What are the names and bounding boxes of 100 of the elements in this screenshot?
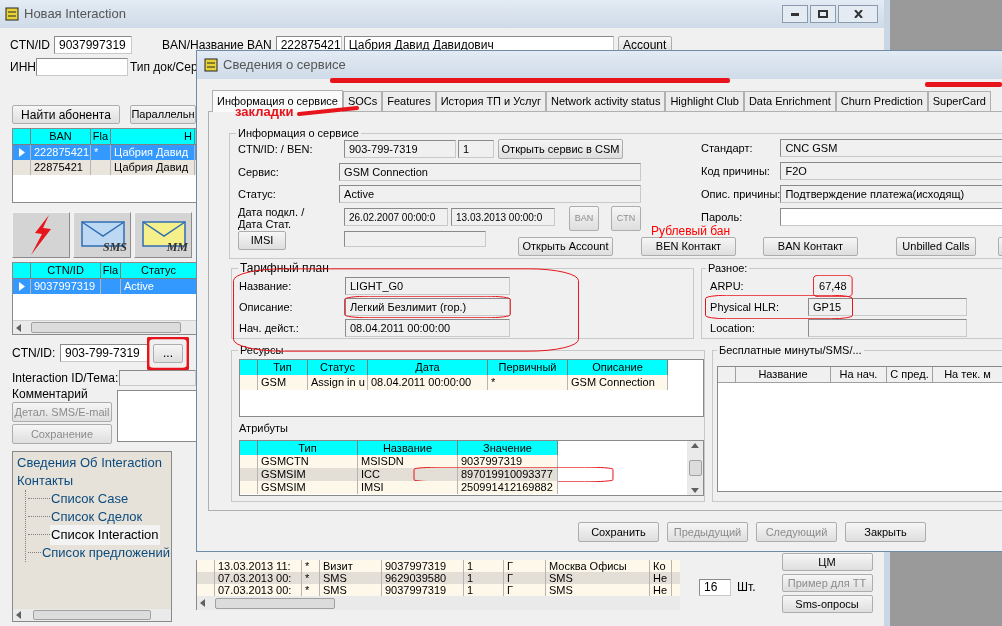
text-field[interactable] [36,58,128,76]
tree-item[interactable]: Список Case [50,489,130,509]
button[interactable]: Sms-опросы [781,595,873,613]
tab[interactable]: SuperCard [927,91,991,111]
scroll-down-icon [691,488,699,493]
text-field[interactable]: 08.04.2011 00:00:00 [345,319,510,337]
minimize-icon [791,12,799,16]
parallel-button[interactable]: Параллельн [130,105,196,124]
tab[interactable]: Highlight Club [665,91,744,111]
table-row[interactable]: 13.03.2013 11: * Визит 9037997319 1 Г Москва Офисы Ко [197,560,680,572]
tree-item[interactable]: Сведения Об Interaction [16,453,163,473]
window-title: Новая Interaction [24,5,126,24]
open-csm-button[interactable]: Открыть сервис в CSM [498,139,623,159]
scroll-up-icon [691,443,699,448]
tab[interactable]: Data Enrichment [743,91,836,111]
column-header[interactable]: Значение [458,441,558,455]
text-field[interactable]: 903-799-7319 [344,140,456,158]
text-field[interactable]: Active [339,185,641,203]
horizontal-scrollbar[interactable] [13,320,196,334]
column-header[interactable]: На нач. [831,367,887,383]
find-button[interactable]: Найти абонента [12,105,120,124]
app-icon [4,6,20,22]
table-row[interactable]: 22875421 Цабрия Давид [13,160,196,175]
text-field[interactable]: GP15 [808,298,968,316]
column-header[interactable]: Название [358,441,458,455]
button[interactable]: BAN Контакт [763,237,858,256]
text-field[interactable]: 903-799-7319 [60,344,148,362]
button[interactable]: ЦМ [781,553,873,571]
text-field[interactable]: GSM Connection [339,163,641,181]
minimize-button[interactable] [782,5,808,23]
tree-item[interactable]: Контакты [16,471,75,491]
tab[interactable]: Network activity status [545,91,666,111]
field-label: Тип док/Сер [130,59,198,76]
table-row[interactable]: 07.03.2013 00: * SMS 9629039580 1 Г SMS Не [197,572,680,584]
table-row[interactable]: GSM Assign in u 08.04.2011 00:00:00 * GSM Connection [240,375,668,390]
text-field[interactable] [808,319,968,337]
field-label: Сервис: [238,164,280,180]
field-label: Описание: [239,299,294,315]
text-field[interactable] [118,370,196,386]
button[interactable]: Сохранить [578,522,659,542]
column-header[interactable]: Тип [258,441,358,455]
table-row[interactable]: GSMCTN MSISDN 9037997319 [240,455,558,468]
table-cell: Цабрия Давид [111,160,195,175]
header-corner [718,367,736,383]
column-header[interactable]: Описание [568,360,668,375]
field-label: Location: [710,320,755,336]
text-field[interactable]: Легкий Безлимит (гор.) [345,298,510,316]
text-field[interactable]: Подтверждение платежа(исходящ) [780,185,1002,203]
toolbar-button[interactable] [12,212,70,258]
comment-field[interactable] [117,390,196,442]
button[interactable]: Unbilled Calls [896,237,976,256]
group-title: Информация о сервисе [237,127,360,139]
text-field[interactable]: F2O [780,162,1002,180]
field-label: Interaction ID/Тема: [12,370,119,387]
text-field[interactable]: 1 [458,140,494,158]
field-label: Опис. причины: [701,188,781,200]
horizontal-scrollbar[interactable] [197,596,680,610]
column-header[interactable]: Fla [101,263,121,278]
tree-item[interactable]: Список Сделок [50,507,144,527]
column-header[interactable]: Название [736,367,831,383]
column-header[interactable]: На тек. м [933,367,1002,383]
close-button[interactable] [838,5,878,23]
tab[interactable]: История ТП и Услуг [435,91,546,111]
text-field[interactable]: CNC GSM [780,139,1002,157]
table-cell: * [488,375,568,390]
button[interactable]: Закрыть [845,522,926,542]
text-field[interactable] [344,231,486,247]
text-field[interactable]: 26.02.2007 00:00:0 [344,208,448,226]
table-row[interactable]: GSMSIM ICC 897019910093377 [240,468,558,481]
tree-item[interactable]: Список предложений [40,543,171,563]
column-header[interactable]: С пред. [887,367,933,383]
lightning-icon [29,215,53,255]
table-row[interactable]: 07.03.2013 00: * SMS 9037997319 1 Г SMS Не [197,584,680,596]
text-field[interactable]: 16 [699,578,731,596]
vertical-scrollbar[interactable] [687,441,703,495]
annotation-line [297,106,359,116]
column-header[interactable]: Первичный [488,360,568,375]
column-header[interactable]: Fla [91,129,111,144]
maximize-button[interactable] [810,5,836,23]
table-row[interactable]: GSMSIM IMSI 250991412169882 [240,481,558,494]
column-header[interactable]: Дата [368,360,488,375]
tab[interactable]: Churn Prediction [835,91,928,111]
column-header[interactable]: Тип [258,360,308,375]
horizontal-scrollbar[interactable] [13,609,171,621]
column-header[interactable]: Статус [308,360,368,375]
imsi-button[interactable]: IMSI [238,231,286,250]
text-field[interactable] [780,208,1002,226]
dialog-title: Сведения о сервисе [223,56,346,75]
group-title: Разное: [707,262,749,274]
table-cell: 22875421 [31,160,91,175]
text-field[interactable]: 13.03.2013 00:00:0 [451,208,555,226]
button[interactable]: Открыть Account [518,237,613,256]
field-label: ИНН [10,59,36,76]
text-field[interactable]: 9037997319 [54,36,132,54]
button[interactable]: BEN Контакт [641,237,736,256]
tree-item[interactable]: Список Interaction [50,525,160,545]
table-cell: 9037997319 [31,279,101,294]
tab[interactable]: Features [382,91,436,111]
browse-button[interactable]: ... [153,343,183,363]
text-field[interactable]: LIGHT_G0 [345,277,510,295]
